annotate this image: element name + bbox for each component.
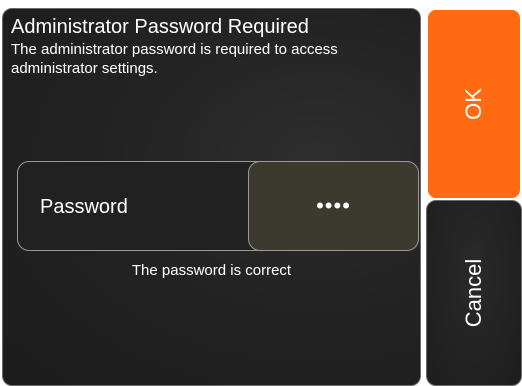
cancel-button[interactable]: Cancel (426, 200, 522, 386)
admin-password-dialog: Administrator Password Required The admi… (0, 0, 522, 386)
ok-button[interactable]: OK (426, 8, 522, 200)
password-input[interactable]: •••• (248, 161, 419, 251)
password-row: Password •••• (17, 161, 419, 251)
password-label: Password (40, 196, 128, 218)
dialog-title: Administrator Password Required (11, 16, 309, 38)
ok-button-label: OK (460, 88, 486, 120)
dialog-description: The administrator password is required t… (11, 41, 338, 77)
dialog-content-panel: Administrator Password Required The admi… (2, 8, 421, 386)
cancel-button-label: Cancel (460, 258, 486, 328)
password-status-message: The password is correct (131, 262, 292, 279)
